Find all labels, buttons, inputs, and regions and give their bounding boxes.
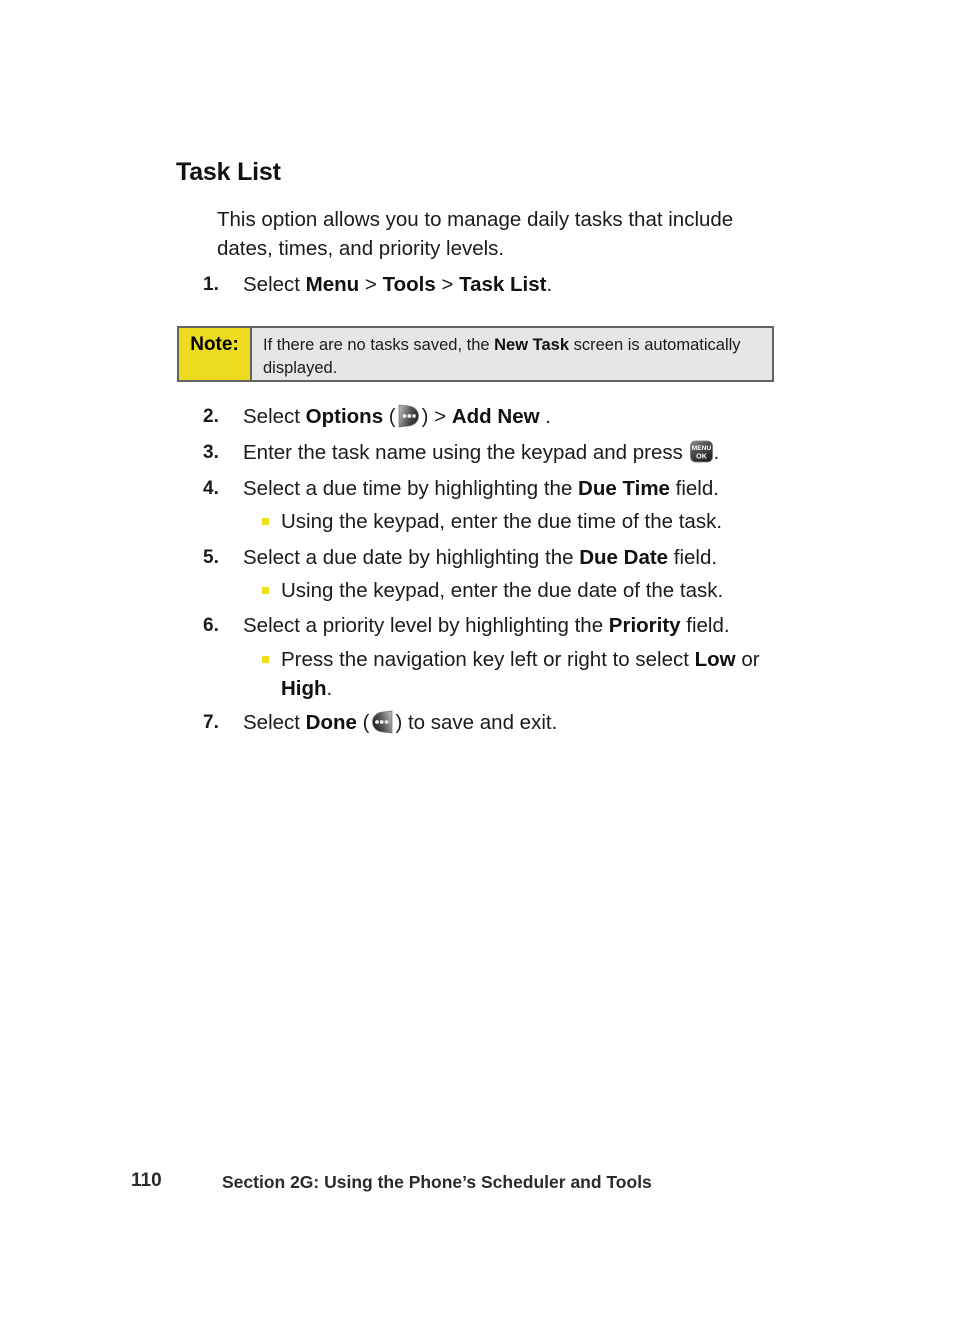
step-item-1: 1. Select Menu > Tools > Task List. (203, 270, 783, 299)
step-number: 7. (203, 712, 219, 733)
step-text: Select a due time by highlighting the Du… (243, 477, 719, 500)
document-page: Task List This option allows you to mana… (0, 0, 954, 1336)
sub-bullet-text: Using the keypad, enter the due time of … (281, 510, 723, 533)
page-title: Task List (176, 158, 281, 186)
note-callout: Note: If there are no tasks saved, the N… (177, 326, 774, 382)
step-text: Select a due date by highlighting the Du… (243, 546, 718, 569)
step-text: Select Done ( ) to save and exit. (243, 709, 558, 735)
step-item-3: 3. Enter the task name using the keypad … (203, 438, 783, 467)
note-text: If there are no tasks saved, the New Tas… (263, 336, 741, 377)
note-label-cell: Note: (179, 328, 252, 380)
page-number: 110 (131, 1170, 162, 1191)
step-item-2: 2. Select Options () > Add New . (203, 402, 783, 431)
step-number: 3. (203, 442, 219, 463)
step-item-5: 5. Select a due date by highlighting the… (203, 543, 783, 572)
sub-bullet-item: Using the keypad, enter the due date of … (262, 576, 782, 605)
step-number: 1. (203, 274, 219, 295)
step-text: Select Menu > Tools > Task List. (243, 273, 553, 296)
note-body-cell: If there are no tasks saved, the New Tas… (252, 328, 772, 380)
step-number: 5. (203, 547, 219, 568)
done-softkey-icon (369, 709, 395, 735)
step-text: Select a priority level by highlighting … (243, 614, 730, 637)
step-text: Enter the task name using the keypad and… (243, 439, 720, 465)
intro-paragraph: This option allows you to manage daily t… (217, 208, 734, 260)
step-text: Select Options ( ) > Add New . (243, 403, 551, 429)
svg-text:OK: OK (696, 451, 708, 460)
step-number: 2. (203, 406, 219, 427)
step-item-6: 6. Select a priority level by highlighti… (203, 611, 783, 640)
square-bullet-icon (262, 518, 269, 525)
menu-ok-key-icon: MENU OK (689, 439, 714, 465)
sub-bullet-item: Press the navigation key left or right t… (262, 645, 767, 703)
footer-section-text: Section 2G: Using the Phone’s Scheduler … (222, 1172, 652, 1192)
sub-bullet-text: Using the keypad, enter the due date of … (281, 579, 724, 602)
options-softkey-icon (396, 403, 422, 429)
step-item-7: 7. Select Done () to save and exit. (203, 708, 783, 737)
sub-bullet-text: Press the navigation key left or right t… (281, 648, 760, 700)
sub-bullet-item: Using the keypad, enter the due time of … (262, 507, 782, 536)
square-bullet-icon (262, 587, 269, 594)
step-item-4: 4. Select a due time by highlighting the… (203, 474, 783, 503)
step-number: 6. (203, 615, 219, 636)
note-label-text: Note: (190, 334, 239, 355)
page-footer: 110 Section 2G: Using the Phone’s Schedu… (0, 1170, 954, 1200)
square-bullet-icon (262, 656, 269, 663)
step-number: 4. (203, 478, 219, 499)
